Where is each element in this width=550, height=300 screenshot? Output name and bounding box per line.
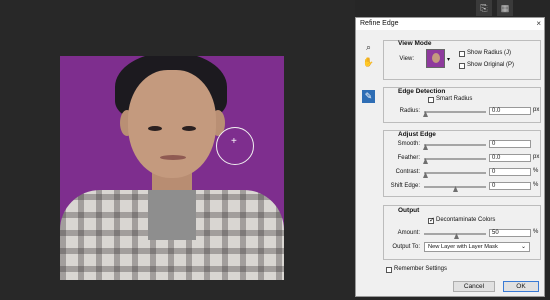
adjust-edge-group: Adjust Edge Smooth: 0 Feather: 0.0 px Co… — [383, 130, 541, 197]
document-canvas[interactable] — [0, 0, 355, 300]
tool-panel-icon[interactable]: ⎘ — [476, 0, 492, 16]
show-radius-checkbox[interactable] — [459, 51, 465, 57]
feather-input[interactable]: 0.0 — [489, 154, 531, 162]
zoom-tool-icon[interactable]: ⌕ — [362, 41, 375, 54]
feather-unit: px — [533, 154, 540, 160]
ok-button[interactable]: OK — [503, 281, 539, 292]
show-original-label: Show Original (P) — [467, 62, 515, 68]
show-radius-label: Show Radius (J) — [467, 50, 512, 56]
amount-input[interactable]: 50 — [489, 229, 531, 237]
hand-tool-icon[interactable]: ✋ — [362, 56, 375, 69]
thumbnail-face — [432, 53, 440, 63]
remember-settings-label: Remember Settings — [394, 266, 448, 272]
feather-slider[interactable] — [424, 158, 486, 160]
view-mode-title: View Mode — [398, 40, 432, 47]
contrast-slider[interactable] — [424, 172, 486, 174]
photo-eye-left — [148, 126, 162, 131]
photo-undershirt — [148, 190, 196, 240]
feather-label: Feather: — [397, 155, 420, 161]
decontaminate-colors-label: Decontaminate Colors — [436, 217, 496, 223]
refine-radius-brush-icon[interactable]: ✎ — [362, 90, 375, 103]
smart-radius-label: Smart Radius — [436, 96, 473, 102]
shift-edge-input[interactable]: 0 — [489, 182, 531, 190]
contrast-label: Contrast: — [395, 169, 420, 175]
view-mode-thumbnail[interactable] — [426, 49, 445, 68]
photo-face — [128, 70, 216, 178]
amount-label: Amount: — [397, 230, 420, 236]
contrast-unit: % — [533, 168, 539, 174]
output-group: Output Decontaminate Colors Amount: 50 %… — [383, 205, 541, 260]
dialog-title: Refine Edge — [360, 20, 399, 27]
shift-edge-label: Shift Edge: — [390, 183, 420, 189]
adjust-edge-title: Adjust Edge — [398, 131, 436, 138]
portrait-photo[interactable] — [60, 56, 284, 280]
contrast-input[interactable]: 0 — [489, 168, 531, 176]
radius-input[interactable]: 0.0 — [489, 107, 531, 115]
output-title: Output — [398, 207, 420, 214]
smooth-label: Smooth: — [397, 141, 420, 147]
panel-toggle-icon[interactable]: ▦ — [497, 0, 513, 16]
output-to-select[interactable]: New Layer with Layer Mask ⌄ — [424, 242, 530, 252]
output-to-value: New Layer with Layer Mask — [428, 244, 498, 250]
photo-eye-right — [182, 126, 196, 131]
view-mode-group: View Mode View: ▾ Show Radius (J) Show O… — [383, 40, 541, 80]
shift-edge-unit: % — [533, 182, 539, 188]
dialog-titlebar[interactable]: Refine Edge × — [356, 18, 544, 30]
amount-slider[interactable] — [424, 233, 486, 235]
radius-label: Radius: — [399, 108, 420, 114]
view-label: View: — [399, 56, 414, 62]
edge-detection-title: Edge Detection — [398, 88, 446, 95]
remember-settings-checkbox[interactable] — [386, 267, 392, 273]
radius-unit: px — [533, 107, 540, 113]
output-to-label: Output To: — [392, 244, 420, 250]
chevron-down-icon[interactable]: ▾ — [447, 56, 450, 63]
smart-radius-checkbox[interactable] — [428, 97, 434, 103]
smooth-slider[interactable] — [424, 144, 486, 146]
edge-detection-group: Edge Detection Smart Radius Radius: 0.0 … — [383, 87, 541, 123]
decontaminate-colors-checkbox[interactable] — [428, 216, 435, 224]
refine-edge-dialog: Refine Edge × ⌕ ✋ ✎ View Mode View: ▾ Sh… — [355, 17, 545, 297]
close-icon[interactable]: × — [536, 18, 541, 30]
photo-mouth — [160, 155, 186, 160]
app-toolbar: ⎘ ▦ — [355, 0, 550, 18]
show-original-checkbox[interactable] — [459, 63, 465, 69]
radius-slider[interactable] — [424, 111, 486, 113]
amount-unit: % — [533, 229, 539, 235]
chevron-down-icon: ⌄ — [520, 244, 526, 250]
smooth-input[interactable]: 0 — [489, 140, 531, 148]
cancel-button[interactable]: Cancel — [453, 281, 495, 292]
brush-cursor-icon — [216, 127, 254, 165]
